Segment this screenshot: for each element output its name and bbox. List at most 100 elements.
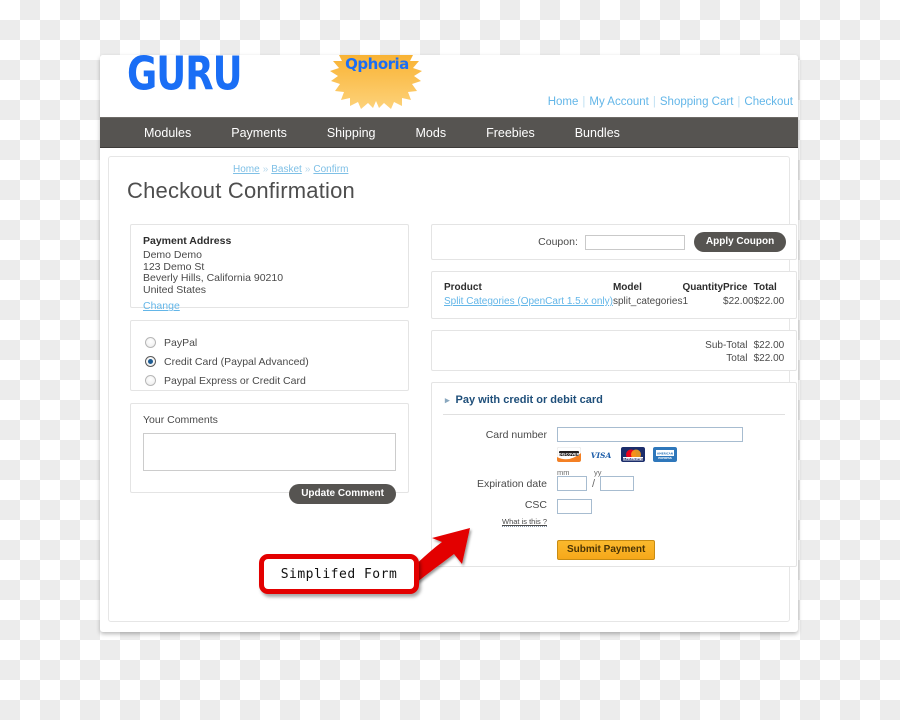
svg-text:EXPRESS: EXPRESS (658, 456, 672, 460)
svg-text:AMERICAN: AMERICAN (657, 451, 673, 455)
chevron-right-icon: ▸ (445, 395, 450, 405)
card-number-input[interactable] (557, 427, 743, 442)
nav-item-modules[interactable]: Modules (124, 126, 211, 140)
table-header-row: Product Model Quantity Price Total (444, 282, 784, 296)
comments-textarea[interactable] (143, 433, 396, 471)
change-address-link[interactable]: Change (143, 300, 180, 312)
payment-method-label: PayPal (164, 336, 198, 349)
cart-table: Product Model Quantity Price Total Split… (444, 282, 784, 307)
cell-price: $22.00 (723, 296, 754, 307)
column-header-total: Total (753, 282, 777, 293)
product-link[interactable]: Split Categories (OpenCart 1.5.x only) (444, 296, 613, 307)
cell-quantity: 1 (682, 296, 689, 307)
main-navigation-bar: Modules Payments Shipping Mods Freebies … (100, 117, 798, 148)
submit-payment-row: Submit Payment (443, 529, 785, 560)
payment-address-heading: Payment Address (143, 235, 232, 247)
radio-icon[interactable] (145, 375, 156, 386)
top-link-home[interactable]: Home (544, 96, 583, 108)
credit-card-form-body: Card number DISCOVER VISA MasterCard AME… (443, 415, 785, 560)
accepted-cards-row: DISCOVER VISA MasterCard AMERICAN EXPRES… (443, 442, 785, 468)
comments-button-row: Update Comment (143, 483, 396, 504)
payment-method-label: Paypal Express or Credit Card (164, 374, 306, 387)
total-label: Total (726, 352, 748, 364)
payment-method-option-paypal-express[interactable]: Paypal Express or Credit Card (145, 371, 396, 390)
csc-input[interactable] (557, 499, 592, 514)
expiration-year-input[interactable] (600, 476, 635, 491)
breadcrumb-item-home[interactable]: Home (233, 164, 260, 175)
nav-item-shipping[interactable]: Shipping (307, 126, 396, 140)
comments-panel: Your Comments Update Comment (130, 403, 409, 504)
credit-card-form-heading: ▸ Pay with credit or debit card (443, 394, 786, 415)
starburst-label: Qphoria (345, 55, 409, 73)
left-column: Payment Address Demo Demo 123 Demo St Be… (130, 224, 409, 567)
nav-item-bundles[interactable]: Bundles (555, 126, 640, 140)
csc-row: CSC What is this ? (443, 499, 785, 529)
breadcrumb: Home» Basket» Confirm (123, 164, 775, 175)
total-amount: $22.00 (753, 352, 785, 364)
table-row: Split Categories (OpenCart 1.5.x only) s… (444, 296, 784, 307)
total-label: Sub-Total (705, 340, 748, 351)
nav-item-payments[interactable]: Payments (211, 126, 307, 140)
breadcrumb-separator: » (262, 164, 269, 175)
cell-product: Split Categories (OpenCart 1.5.x only) (444, 296, 613, 307)
card-number-row: Card number (443, 427, 785, 442)
total-row-total: Total $22.00 (444, 353, 784, 366)
csc-label-wrapper: CSC What is this ? (443, 499, 557, 529)
discover-card-icon: DISCOVER (557, 447, 581, 462)
breadcrumb-item-basket[interactable]: Basket (271, 164, 302, 175)
expiration-date-row: Expiration date / (443, 476, 785, 491)
comments-title: Your Comments (143, 414, 218, 426)
payment-method-label: Credit Card (Paypal Advanced) (164, 355, 309, 368)
cell-model: split_categories (612, 296, 683, 307)
annotation-callout-box: Simplifed Form (259, 554, 419, 594)
address-line: United States (143, 283, 207, 296)
visa-card-icon: VISA (589, 447, 613, 462)
total-amount: $22.00 (753, 340, 785, 351)
top-link-checkout[interactable]: Checkout (740, 96, 797, 108)
total-row-sub-total: Sub-Total $22.00 (444, 340, 784, 353)
apply-coupon-button[interactable]: Apply Coupon (693, 232, 787, 252)
coupon-label: Coupon: (538, 236, 578, 248)
column-header-quantity: Quantity (682, 282, 724, 293)
column-header-product: Product (444, 282, 482, 293)
nav-item-freebies[interactable]: Freebies (466, 126, 555, 140)
date-separator: / (592, 477, 596, 490)
payment-method-option-paypal[interactable]: PayPal (145, 333, 396, 352)
breadcrumb-separator: » (304, 164, 311, 175)
coupon-panel: Coupon: Apply Coupon (431, 224, 798, 260)
checkout-columns: Payment Address Demo Demo 123 Demo St Be… (123, 224, 798, 567)
csc-label: CSC (524, 499, 547, 511)
page-title: Checkout Confirmation (127, 178, 355, 203)
expiration-date-label: Expiration date (476, 477, 547, 490)
top-link-my-account[interactable]: My Account (585, 96, 652, 108)
amex-card-icon: AMERICAN EXPRESS (653, 447, 677, 462)
column-header-model: Model (612, 282, 642, 293)
cell-total: $22.00 (753, 296, 785, 307)
radio-icon-selected[interactable] (145, 356, 156, 367)
svg-text:MasterCard: MasterCard (623, 457, 643, 461)
credit-card-form-panel: ▸ Pay with credit or debit card Card numb… (431, 382, 798, 567)
card-number-label: Card number (485, 428, 547, 441)
utility-links: Home | My Account | Shopping Cart | Checkout (544, 96, 797, 108)
payment-address-panel: Payment Address Demo Demo 123 Demo St Be… (130, 224, 409, 312)
csc-help-link[interactable]: What is this ? (501, 517, 547, 527)
payment-method-option-credit-card[interactable]: Credit Card (Paypal Advanced) (145, 352, 396, 371)
expiration-month-input[interactable] (557, 476, 587, 491)
cart-products-panel: Product Model Quantity Price Total Split… (431, 271, 798, 319)
site-masthead: GURU Qphoria Home | My Account | Shopping Ca… (100, 55, 798, 117)
mastercard-card-icon: MasterCard (621, 447, 645, 462)
payment-method-panel: PayPal Credit Card (Paypal Advanced) Pay… (130, 320, 409, 391)
radio-icon[interactable] (145, 337, 156, 348)
right-column: Coupon: Apply Coupon Product Model Quant… (431, 224, 798, 567)
qphoria-starburst-badge: Qphoria (328, 55, 424, 109)
submit-payment-button[interactable]: Submit Payment (557, 540, 656, 560)
coupon-input[interactable] (584, 234, 685, 250)
breadcrumb-item-confirm[interactable]: Confirm (313, 164, 348, 175)
update-comment-button[interactable]: Update Comment (289, 484, 396, 504)
order-totals-panel: Sub-Total $22.00 Total $22.00 (431, 330, 798, 371)
site-logo[interactable]: GURU (127, 55, 243, 101)
top-link-shopping-cart[interactable]: Shopping Cart (656, 96, 738, 108)
column-header-price: Price (723, 282, 748, 293)
nav-item-mods[interactable]: Mods (396, 126, 467, 140)
credit-card-heading-text: Pay with credit or debit card (455, 394, 603, 406)
